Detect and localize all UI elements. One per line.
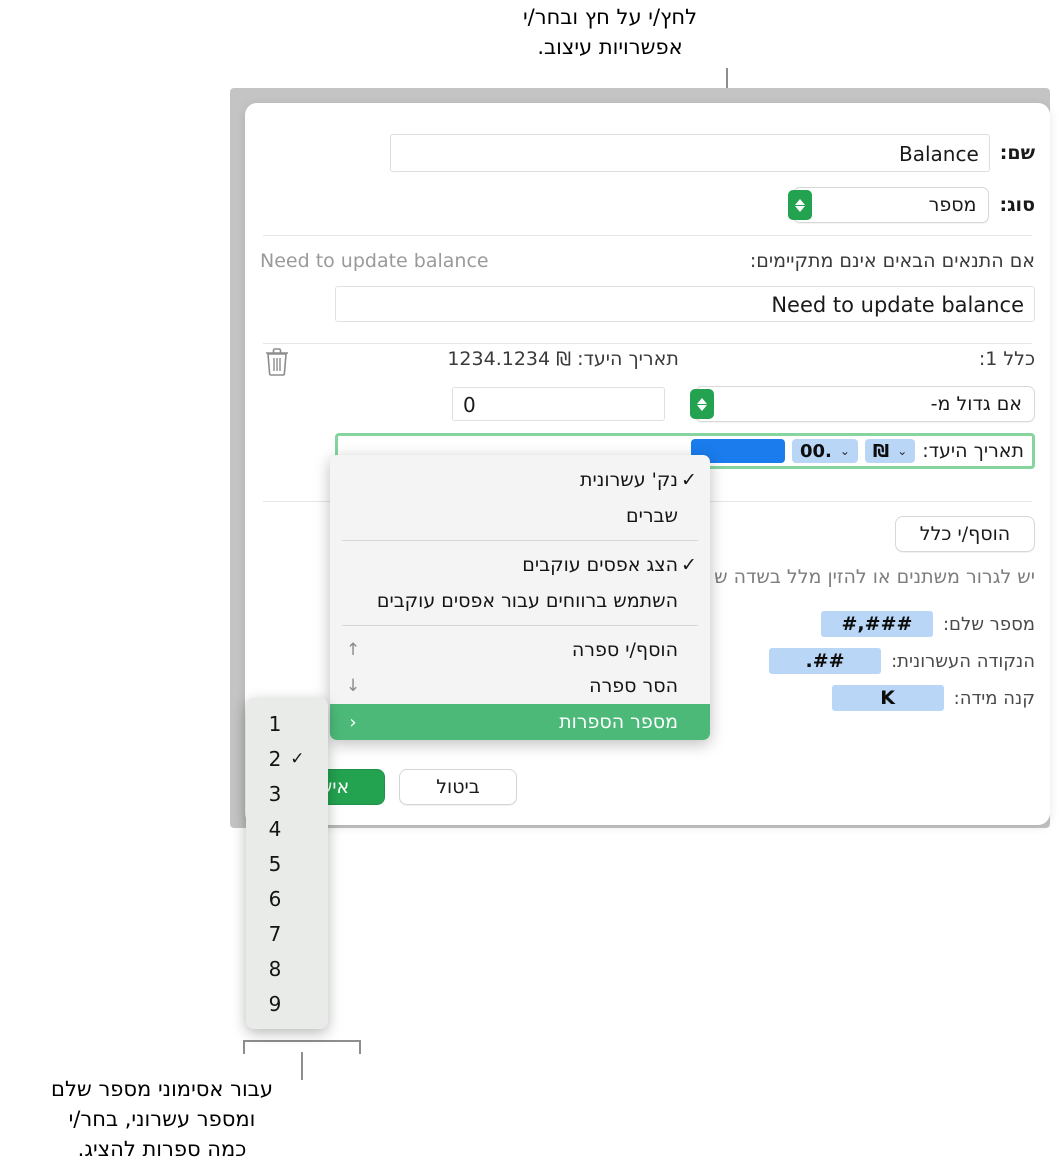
digit-value: 6 [268, 886, 282, 911]
digit-item[interactable]: 7 [246, 916, 328, 951]
digit-value: 9 [268, 991, 282, 1016]
chevron-left-icon: ‹ [349, 711, 357, 733]
arrow-up-icon: ↑ [345, 640, 361, 660]
menu-item-label: מספר הספרות [559, 711, 678, 733]
legend-label-integer: מספר שלם: [942, 613, 1035, 635]
token-currency[interactable]: ⌄ ₪ [864, 439, 916, 463]
conditions-hint: Need to update balance [260, 250, 489, 272]
divider [263, 235, 1032, 236]
rule-header-row: כלל 1: תאריך היעד: ₪ 1234.1234 [260, 348, 1035, 370]
type-select[interactable]: מספר [788, 187, 990, 223]
name-row: שם: Balance [389, 134, 1035, 172]
legend-row-integer: מספר שלם: #,### [820, 611, 1035, 637]
legend-row-scale: קנה מידה: K [831, 685, 1035, 711]
legend-token-decimal[interactable]: .## [769, 648, 882, 674]
format-context-menu: ✓ נק' עשרונית שברים ✓ הצג אפסים עוקבים ה… [330, 455, 710, 740]
chevron-down-icon: ⌄ [839, 444, 850, 458]
legend-label-scale: קנה מידה: [953, 687, 1035, 709]
format-field-label: תאריך היעד: [922, 440, 1024, 462]
menu-separator [342, 540, 698, 541]
add-rule-button[interactable]: הוסף/י כלל [895, 516, 1035, 552]
conditions-row: אם התנאים הבאים אינם מתקיימים: Need to u… [260, 250, 1035, 272]
menu-item-label: נק' עשרונית [580, 469, 678, 491]
menu-item-add-digit[interactable]: הוסף/י ספרה ↑ [330, 632, 710, 668]
conditions-input[interactable]: Need to update balance [335, 286, 1035, 322]
type-stepper-icon[interactable] [788, 190, 813, 220]
checkmark-icon: ✓ [681, 469, 697, 491]
chevron-down-icon: ⌄ [897, 444, 908, 458]
menu-item-remove-digit[interactable]: הסר ספרה ↓ [330, 668, 710, 704]
arrow-down-icon: ↓ [345, 676, 361, 696]
menu-item-label: הוסף/י ספרה [571, 639, 678, 661]
delete-rule-button[interactable] [264, 346, 290, 376]
rule-preview-text: תאריך היעד: ₪ 1234.1234 [447, 348, 679, 370]
drag-hint-text: יש לגרור משתנים או להזין מלל בשדה ש [714, 566, 1035, 588]
callout-bottom-text: עבור אסימוני מספר שלם ומספר עשרוני, בחר/… [51, 1077, 273, 1161]
digit-item[interactable]: 9 [246, 986, 328, 1021]
menu-item-label: הסר ספרה [589, 675, 678, 697]
digit-value: 3 [268, 781, 282, 806]
menu-separator [342, 625, 698, 626]
type-label: סוג: [999, 194, 1035, 216]
token-decimal[interactable]: ⌄ .00 [791, 439, 858, 463]
digit-item[interactable]: 3 [246, 776, 328, 811]
menu-item-label: הצג אפסים עוקבים [522, 554, 678, 576]
type-select-value: מספר [928, 194, 977, 216]
legend-token-integer[interactable]: #,### [820, 611, 933, 637]
digits-submenu: 1 2 ✓ 3 4 5 6 7 8 9 [246, 698, 328, 1029]
menu-item-label: שברים [625, 505, 678, 527]
cancel-button[interactable]: ביטול [399, 769, 517, 805]
conditions-label: אם התנאים הבאים אינם מתקיימים: [749, 250, 1035, 272]
checkmark-icon: ✓ [681, 554, 697, 576]
operator-select-value: אם גדול מ- [930, 393, 1022, 415]
callout-top-text: לחץ/י על חץ ובחר/י אפשרויות עיצוב. [522, 5, 698, 59]
digit-value: 7 [268, 921, 282, 946]
token-currency-label: ₪ [872, 440, 890, 462]
menu-item-label: השתמש ברווחים עבור אפסים עוקבים [376, 590, 678, 612]
chevron-up-icon [697, 397, 707, 404]
digit-value: 2 [268, 746, 282, 771]
digit-item[interactable]: 6 [246, 881, 328, 916]
legend-label-decimal: הנקודה העשרונית: [891, 650, 1035, 672]
menu-item-decimal-point[interactable]: ✓ נק' עשרונית [330, 462, 710, 498]
name-input[interactable]: Balance [389, 134, 990, 172]
digit-item[interactable]: 8 [246, 951, 328, 986]
operator-row: אם גדול מ- 0 [452, 386, 1035, 422]
digit-item[interactable]: 2 ✓ [246, 741, 328, 776]
operator-value-input[interactable]: 0 [452, 387, 665, 421]
type-row: סוג: מספר [788, 187, 1035, 223]
legend-row-decimal: הנקודה העשרונית: .## [769, 648, 1035, 674]
rule-label: כלל 1: [978, 348, 1035, 370]
chevron-down-icon [697, 404, 707, 411]
operator-stepper-icon[interactable] [690, 389, 714, 419]
legend-token-scale[interactable]: K [831, 685, 944, 711]
menu-item-fractions[interactable]: שברים [330, 498, 710, 534]
chevron-up-icon [795, 198, 806, 205]
digit-item[interactable]: 1 [246, 706, 328, 741]
operator-select[interactable]: אם גדול מ- [690, 386, 1035, 422]
digit-value: 4 [268, 816, 282, 841]
token-decimal-label: .00 [799, 440, 832, 462]
digit-value: 8 [268, 956, 282, 981]
menu-item-use-spaces-for-trailing-zeros[interactable]: השתמש ברווחים עבור אפסים עוקבים [330, 583, 710, 619]
trash-icon [266, 348, 288, 376]
menu-item-show-trailing-zeros[interactable]: ✓ הצג אפסים עוקבים [330, 547, 710, 583]
menu-item-number-of-digits[interactable]: מספר הספרות ‹ [330, 704, 710, 740]
digit-item[interactable]: 4 [246, 811, 328, 846]
chevron-down-icon [795, 205, 806, 212]
digit-value: 1 [268, 711, 282, 736]
name-label: שם: [999, 142, 1035, 164]
digit-item[interactable]: 5 [246, 846, 328, 881]
checkmark-icon: ✓ [290, 748, 305, 769]
digit-value: 5 [268, 851, 282, 876]
divider [263, 343, 1032, 344]
